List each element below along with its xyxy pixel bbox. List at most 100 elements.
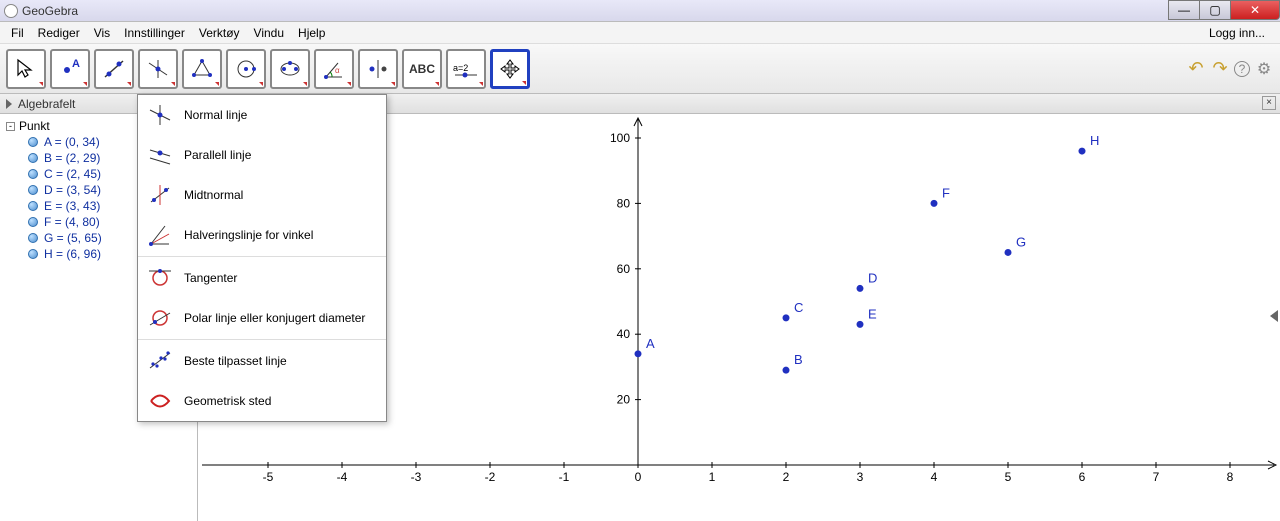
svg-text:6: 6 — [1079, 470, 1086, 484]
tool-line[interactable] — [94, 49, 134, 89]
dropdown-arrow-icon — [83, 82, 87, 86]
data-point[interactable] — [783, 367, 790, 374]
app-icon — [4, 4, 18, 18]
data-point[interactable] — [1079, 148, 1086, 155]
dropdown-item-label: Parallell linje — [184, 148, 251, 162]
separator — [138, 256, 386, 257]
close-button[interactable]: ✕ — [1230, 0, 1280, 20]
dropdown-arrow-icon — [215, 82, 219, 86]
menu-settings[interactable]: Innstillinger — [117, 24, 192, 42]
app-title: GeoGebra — [22, 4, 78, 18]
dropdown-arrow-icon — [259, 82, 263, 86]
point-bullet-icon — [28, 153, 38, 163]
menu-help[interactable]: Hjelp — [291, 24, 332, 42]
help-icon[interactable]: ? — [1234, 61, 1250, 77]
dropdown-item[interactable]: Polar linje eller konjugert diameter — [138, 298, 386, 338]
algebra-panel-title: Algebrafelt — [18, 97, 75, 111]
dropdown-item-label: Midtnormal — [184, 188, 243, 202]
data-point[interactable] — [931, 200, 938, 207]
dropdown-item[interactable]: Normal linje — [138, 95, 386, 135]
tool-transform[interactable] — [358, 49, 398, 89]
dropdown-arrow-icon — [127, 82, 131, 86]
point-label: F — [942, 185, 950, 200]
panel-close-button[interactable]: × — [1262, 96, 1276, 110]
dropdown-item-label: Normal linje — [184, 108, 247, 122]
tool-slider[interactable]: a=2 — [446, 49, 486, 89]
tool-conic[interactable] — [270, 49, 310, 89]
menu-login[interactable]: Logg inn... — [1202, 24, 1272, 42]
settings-icon[interactable]: ⚙ — [1254, 59, 1274, 79]
dropdown-item-label: Tangenter — [184, 271, 237, 285]
svg-text:5: 5 — [1005, 470, 1012, 484]
polar-icon — [146, 304, 174, 332]
menu-file[interactable]: Fil — [4, 24, 31, 42]
point-label: F = (4, 80) — [44, 215, 100, 229]
tool-special-line[interactable] — [138, 49, 178, 89]
tool-text[interactable]: ABC — [402, 49, 442, 89]
menu-view[interactable]: Vis — [87, 24, 117, 42]
data-point[interactable] — [1005, 249, 1012, 256]
maximize-button[interactable]: ▢ — [1199, 0, 1231, 20]
menu-edit[interactable]: Rediger — [31, 24, 87, 42]
svg-text:20: 20 — [617, 393, 631, 407]
point-bullet-icon — [28, 249, 38, 259]
toolbar-right: ↶ ↷ ? ⚙ — [1186, 59, 1274, 79]
undo-button[interactable]: ↶ — [1186, 59, 1206, 79]
menu-window[interactable]: Vindu — [247, 24, 291, 42]
menu-bar: Fil Rediger Vis Innstillinger Verktøy Vi… — [0, 22, 1280, 44]
point-label: A = (0, 34) — [44, 135, 100, 149]
dropdown-item-label: Beste tilpasset linje — [184, 354, 287, 368]
window-controls: — ▢ ✕ — [1169, 0, 1280, 22]
redo-button[interactable]: ↷ — [1210, 59, 1230, 79]
dropdown-item-label: Polar linje eller konjugert diameter — [184, 311, 365, 325]
point-label: C — [794, 300, 803, 315]
svg-text:4: 4 — [931, 470, 938, 484]
dropdown-item[interactable]: Midtnormal — [138, 175, 386, 215]
data-point[interactable] — [783, 314, 790, 321]
svg-text:0: 0 — [635, 470, 642, 484]
dropdown-arrow-icon — [435, 82, 439, 86]
data-point[interactable] — [857, 321, 864, 328]
tool-dropdown-menu: Normal linje Parallell linje Midtnormal Hal… — [137, 94, 387, 422]
tool-polygon[interactable] — [182, 49, 222, 89]
tool-move[interactable] — [6, 49, 46, 89]
tool-move-view[interactable] — [490, 49, 530, 89]
point-label: B = (2, 29) — [44, 151, 100, 165]
midperp-icon — [146, 181, 174, 209]
svg-text:-1: -1 — [559, 470, 570, 484]
svg-text:-4: -4 — [337, 470, 348, 484]
dropdown-arrow-icon — [522, 81, 526, 85]
data-point[interactable] — [635, 350, 642, 357]
point-bullet-icon — [28, 137, 38, 147]
title-bar: GeoGebra — ▢ ✕ — [0, 0, 1280, 22]
collapse-icon[interactable]: - — [6, 122, 15, 131]
svg-text:100: 100 — [610, 131, 630, 145]
point-label: A — [646, 336, 655, 351]
minimize-button[interactable]: — — [1168, 0, 1200, 20]
menu-tools[interactable]: Verktøy — [192, 24, 247, 42]
point-label: E = (3, 43) — [44, 199, 100, 213]
collapse-side-icon[interactable] — [1270, 310, 1278, 322]
point-label: G — [1016, 234, 1026, 249]
point-label: D = (3, 54) — [44, 183, 101, 197]
point-bullet-icon — [28, 233, 38, 243]
dropdown-item[interactable]: Parallell linje — [138, 135, 386, 175]
dropdown-item[interactable]: Halveringslinje for vinkel — [138, 215, 386, 255]
expand-icon[interactable] — [6, 99, 12, 109]
point-label: D — [868, 270, 877, 285]
dropdown-item-label: Halveringslinje for vinkel — [184, 228, 313, 242]
svg-text:A: A — [72, 58, 80, 70]
dropdown-item[interactable]: Tangenter — [138, 258, 386, 298]
tool-circle[interactable] — [226, 49, 266, 89]
svg-text:60: 60 — [617, 262, 631, 276]
dropdown-arrow-icon — [347, 82, 351, 86]
tool-point[interactable]: A — [50, 49, 90, 89]
svg-text:7: 7 — [1153, 470, 1160, 484]
tool-angle[interactable]: α — [314, 49, 354, 89]
dropdown-item[interactable]: Beste tilpasset linje — [138, 341, 386, 381]
data-point[interactable] — [857, 285, 864, 292]
perp-icon — [146, 101, 174, 129]
point-bullet-icon — [28, 185, 38, 195]
dropdown-item[interactable]: Geometrisk sted — [138, 381, 386, 421]
locus-icon — [146, 387, 174, 415]
